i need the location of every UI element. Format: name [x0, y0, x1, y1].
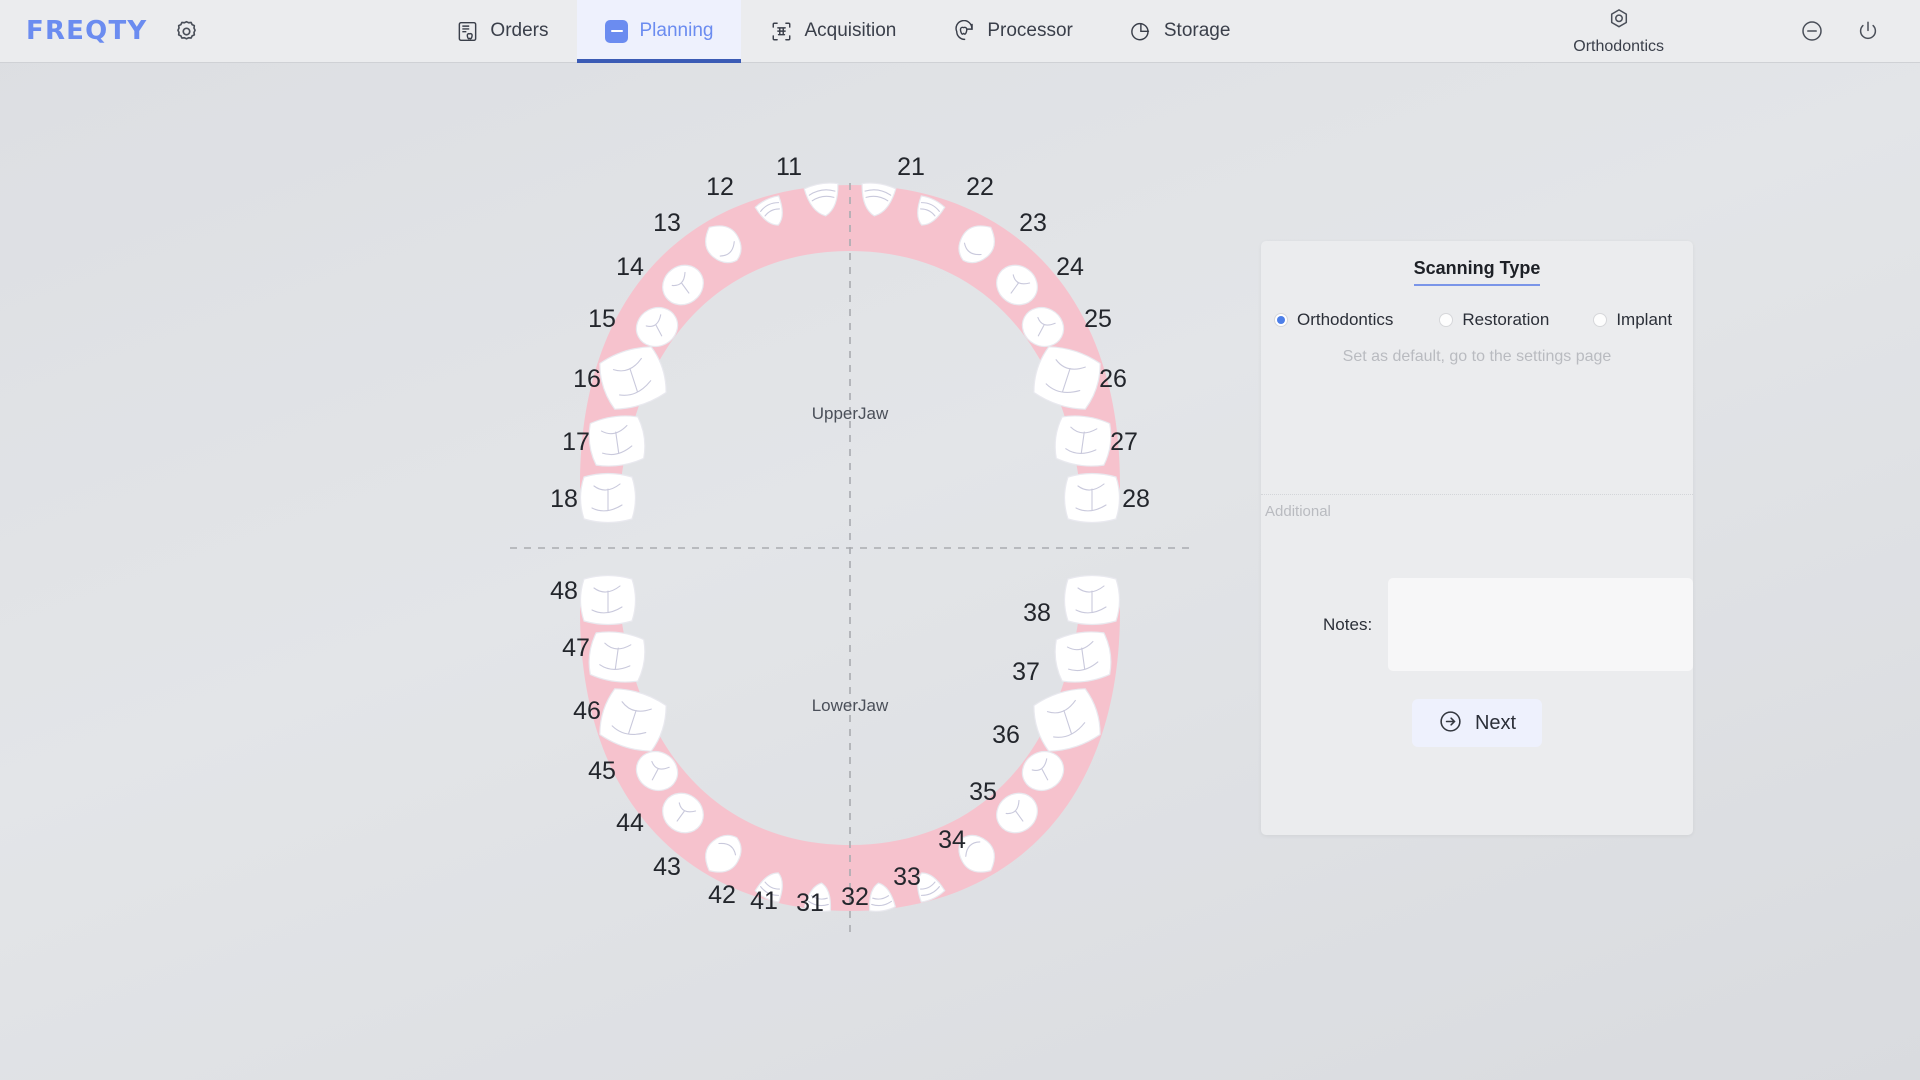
tooth-number-41[interactable]: 41	[750, 887, 778, 915]
lower-jaw-label: LowerJaw	[812, 696, 889, 715]
tooth-number-33[interactable]: 33	[893, 863, 921, 891]
minimize-icon[interactable]	[1784, 11, 1840, 51]
tooth-number-18[interactable]: 18	[550, 485, 578, 513]
tooth-number-27[interactable]: 27	[1110, 428, 1138, 456]
tooth-number-26[interactable]: 26	[1099, 365, 1127, 393]
tooth-number-43[interactable]: 43	[653, 853, 681, 881]
radio-label: Implant	[1616, 310, 1673, 329]
default-settings-hint: Set as default, go to the settings page	[1342, 348, 1612, 365]
notes-row: Notes:	[1261, 578, 1693, 671]
tooth-number-32[interactable]: 32	[841, 883, 869, 911]
tooth-number-31[interactable]: 31	[796, 889, 824, 917]
planning-minus-chip-icon	[605, 19, 629, 43]
notes-label: Notes:	[1323, 614, 1373, 634]
panel-title: Scanning Type	[1261, 241, 1693, 286]
tooth-number-44[interactable]: 44	[616, 809, 644, 837]
gear-icon[interactable]	[173, 18, 199, 44]
tooth-number-15[interactable]: 15	[588, 305, 616, 333]
next-button-label: Next	[1474, 711, 1517, 734]
tooth-number-22[interactable]: 22	[966, 173, 994, 201]
tooth-number-48[interactable]: 48	[550, 577, 578, 605]
tooth-number-24[interactable]: 24	[1056, 253, 1084, 281]
main-navigation: Orders Planning Acquisition Processor St…	[427, 0, 1258, 63]
upper-jaw-label: UpperJaw	[812, 404, 889, 423]
tooth-number-25[interactable]: 25	[1084, 305, 1112, 333]
tooth-number-42[interactable]: 42	[708, 881, 736, 909]
tooth-number-47[interactable]: 47	[562, 634, 590, 662]
app-header: FREQTY Orders Planning Acquisition Proce…	[0, 0, 1920, 63]
radio-orthodontics[interactable]: Orthodontics	[1274, 310, 1393, 330]
radio-label: Restoration	[1462, 310, 1550, 329]
notes-input[interactable]	[1388, 578, 1693, 671]
tab-planning[interactable]: Planning	[576, 0, 742, 63]
next-button-row: Next	[1261, 699, 1693, 747]
tooth-17	[585, 412, 649, 470]
tooth-28	[1063, 472, 1121, 524]
tab-label: Processor	[987, 20, 1073, 41]
tooth-38	[1063, 574, 1121, 626]
tooth-number-45[interactable]: 45	[588, 757, 616, 785]
tooth-number-35[interactable]: 35	[969, 778, 997, 806]
tab-label: Orders	[490, 20, 549, 41]
tooth-number-38[interactable]: 38	[1023, 599, 1051, 627]
tooth-37	[1051, 628, 1115, 686]
main-content: UpperJaw LowerJaw 18 17 16 15 14 13 12 1…	[0, 63, 1920, 1080]
scanning-type-radio-group: Orthodontics Restoration Implant	[1261, 310, 1693, 330]
radio-dot-icon	[1439, 313, 1454, 327]
tooth-27	[1051, 412, 1115, 470]
mode-badge-label: Orthodontics	[1573, 37, 1664, 55]
tooth-number-17[interactable]: 17	[562, 428, 590, 456]
orders-document-tooth-icon	[455, 19, 479, 43]
radio-dot-icon	[1593, 313, 1608, 327]
tooth-number-21[interactable]: 21	[897, 153, 925, 181]
storage-pie-chart-icon	[1129, 19, 1153, 43]
processor-tooth-refresh-icon	[952, 19, 976, 43]
tooth-number-28[interactable]: 28	[1122, 485, 1150, 513]
mode-badge-orthodontics[interactable]: Orthodontics	[1573, 7, 1664, 56]
hexagon-target-icon	[1607, 7, 1631, 36]
tab-orders[interactable]: Orders	[427, 0, 576, 63]
radio-implant[interactable]: Implant	[1593, 310, 1672, 330]
tooth-number-13[interactable]: 13	[653, 209, 681, 237]
tab-label: Storage	[1163, 20, 1231, 41]
tooth-number-37[interactable]: 37	[1012, 658, 1040, 686]
tab-processor[interactable]: Processor	[924, 0, 1101, 63]
tooth-number-46[interactable]: 46	[573, 697, 601, 725]
tab-acquisition[interactable]: Acquisition	[741, 0, 924, 63]
tooth-number-11[interactable]: 11	[776, 153, 802, 181]
panel-title-text: Scanning Type	[1413, 258, 1541, 286]
brand-area: FREQTY	[0, 16, 199, 46]
tooth-47	[585, 628, 649, 686]
tooth-number-16[interactable]: 16	[573, 365, 601, 393]
header-right-controls: Orthodontics	[1573, 7, 1920, 56]
tab-label: Acquisition	[804, 20, 897, 41]
tab-label: Planning	[639, 20, 714, 41]
radio-label: Orthodontics	[1297, 310, 1394, 329]
tooth-number-14[interactable]: 14	[616, 253, 644, 281]
scanning-type-panel: Scanning Type Orthodontics Restoration I…	[1261, 241, 1693, 835]
app-logo: FREQTY	[26, 16, 148, 46]
radio-dot-icon	[1274, 313, 1288, 327]
tooth-number-36[interactable]: 36	[992, 721, 1020, 749]
tooth-number-34[interactable]: 34	[938, 826, 966, 854]
next-button[interactable]: Next	[1411, 699, 1543, 747]
dental-chart: UpperJaw LowerJaw 18 17 16 15 14 13 12 1…	[510, 153, 1190, 953]
tooth-48	[579, 574, 637, 626]
power-icon[interactable]	[1840, 11, 1896, 51]
tooth-number-12[interactable]: 12	[706, 173, 734, 201]
arrow-right-circle-icon	[1438, 709, 1463, 737]
tooth-18	[579, 472, 637, 524]
tab-storage[interactable]: Storage	[1101, 0, 1259, 63]
additional-section-label: Additional	[1265, 503, 1331, 520]
acquisition-scan-frame-icon	[769, 19, 793, 43]
radio-restoration[interactable]: Restoration	[1439, 310, 1549, 330]
tooth-number-23[interactable]: 23	[1019, 209, 1047, 237]
